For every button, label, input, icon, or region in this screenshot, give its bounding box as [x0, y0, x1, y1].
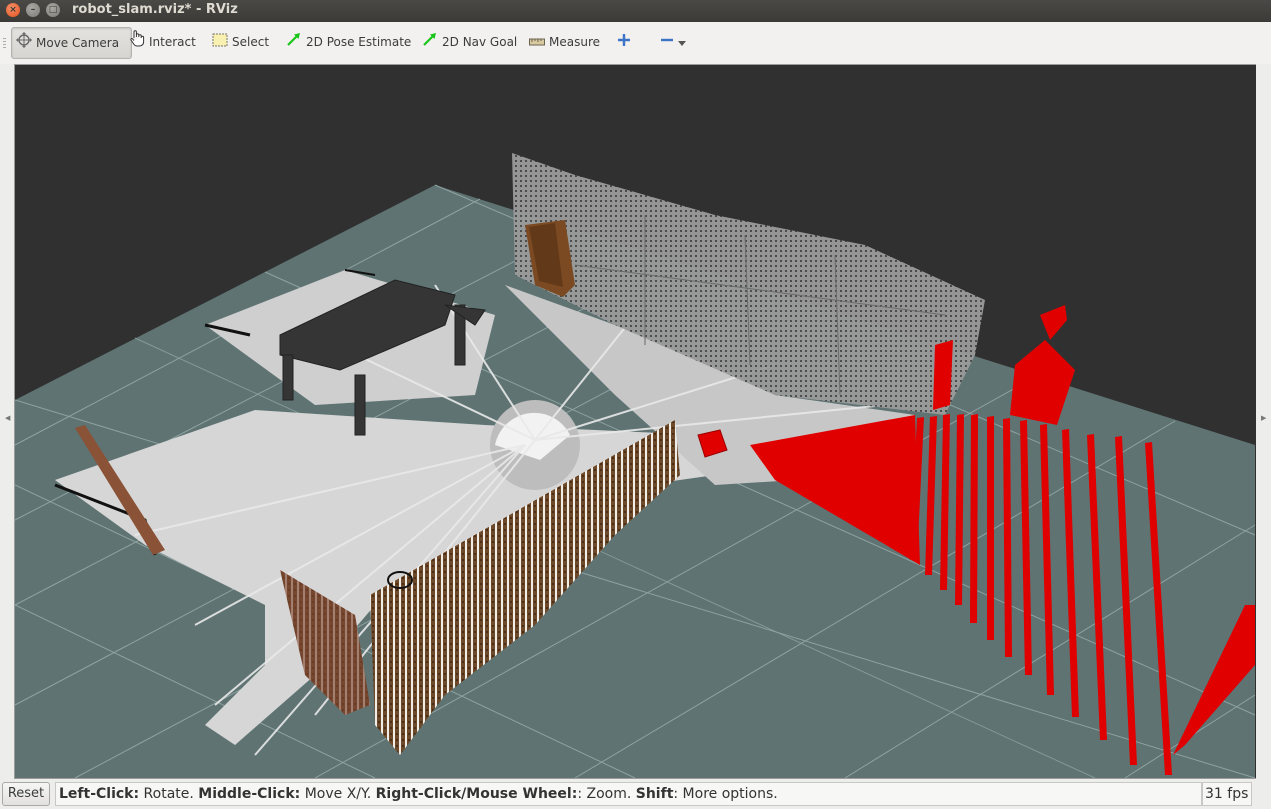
hint-right-click-value: : Zoom. [577, 786, 636, 802]
expand-right-arrow-icon[interactable]: ▶ [1261, 414, 1266, 422]
title-bar: × – □ robot_slam.rviz* - RViz [0, 0, 1271, 22]
move-camera-tool[interactable]: Move Camera [11, 27, 133, 59]
right-dock-collapsed[interactable]: ▶ [1256, 64, 1271, 779]
2d-pose-estimate-tool[interactable]: 2D Pose Estimate [286, 27, 411, 57]
hint-left-click-key: Left-Click: [59, 786, 140, 802]
hint-middle-click-key: Middle-Click: [198, 786, 301, 802]
window-minimize-button[interactable]: – [26, 3, 40, 17]
hand-pointer-icon [129, 28, 145, 58]
reset-button[interactable]: Reset [2, 782, 50, 806]
window-title: robot_slam.rviz* - RViz [72, 2, 238, 17]
measure-tool[interactable]: Measure [529, 27, 600, 57]
interact-tool[interactable]: Interact [129, 27, 196, 57]
hint-middle-click-value: Move X/Y. [300, 786, 376, 802]
left-dock-collapsed[interactable]: ◀ [0, 64, 14, 779]
chevron-down-icon [678, 28, 686, 58]
2d-nav-goal-tool[interactable]: 2D Nav Goal [422, 27, 517, 57]
ruler-icon [529, 28, 545, 58]
laser-scan-stripe [970, 414, 978, 623]
toolbar-grip-handle[interactable] [3, 38, 6, 50]
hint-shift-key: Shift [635, 786, 674, 802]
green-arrow-icon [422, 28, 438, 58]
status-bar: Reset Left-Click: Rotate. Middle-Click: … [0, 779, 1271, 809]
measure-label: Measure [549, 35, 600, 49]
hint-left-click-value: Rotate. [139, 786, 199, 802]
fps-counter: 31 fps [1202, 782, 1252, 806]
remove-tool-button[interactable] [660, 27, 690, 57]
minus-icon [660, 28, 674, 58]
laser-scan-stripe [987, 416, 994, 640]
mouse-hint-text: Left-Click: Rotate. Middle-Click: Move X… [55, 782, 1202, 806]
hint-right-click-key: Right-Click/Mouse Wheel: [375, 786, 578, 802]
3d-scene [15, 153, 1256, 778]
green-arrow-icon [286, 28, 302, 58]
expand-left-arrow-icon[interactable]: ◀ [5, 414, 10, 422]
2d-pose-estimate-label: 2D Pose Estimate [306, 35, 412, 49]
selection-box-icon [212, 28, 228, 58]
interact-label: Interact [149, 35, 196, 49]
tools-toolbar: Move Camera Interact Select 2D Pose Esti… [0, 22, 1271, 65]
move-camera-label: Move Camera [36, 36, 120, 50]
select-tool[interactable]: Select [212, 27, 269, 57]
2d-nav-goal-label: 2D Nav Goal [442, 35, 518, 49]
window-close-button[interactable]: × [6, 3, 20, 17]
move-camera-icon [16, 29, 32, 59]
3d-render-viewport[interactable] [14, 64, 1257, 779]
add-tool-button[interactable] [617, 27, 635, 57]
hint-shift-value: : More options. [673, 786, 778, 802]
plus-icon [617, 28, 631, 58]
window-maximize-button[interactable]: □ [46, 3, 60, 17]
select-label: Select [232, 35, 270, 49]
